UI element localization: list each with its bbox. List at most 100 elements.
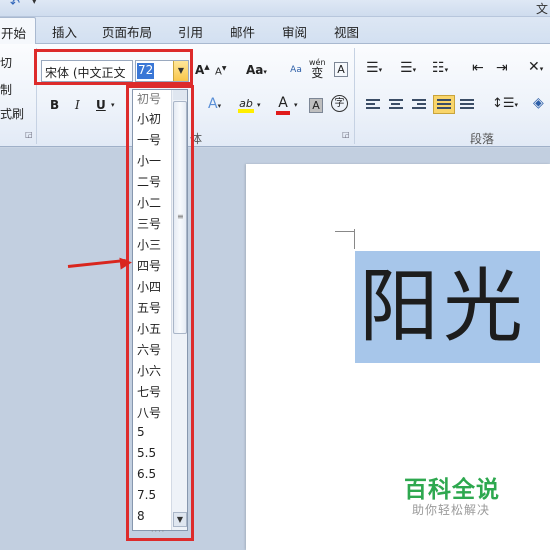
- size-option[interactable]: 五号: [137, 299, 161, 316]
- size-option[interactable]: 二号: [137, 173, 161, 190]
- resize-grip-icon[interactable]: ····: [151, 527, 165, 536]
- text-effects-label: A: [208, 96, 218, 112]
- phonetic-guide-button[interactable]: wén 变: [309, 58, 326, 80]
- font-size-dropdown-arrow-icon[interactable]: ▼: [173, 61, 188, 81]
- font-size-dropdown-list[interactable]: 初号 小初 一号 小一 二号 小二 三号 小三 四号 小四 五号 小五 六号 小…: [132, 89, 188, 531]
- phonetic-char: 变: [311, 66, 324, 80]
- format-painter-button[interactable]: 格式刷: [0, 105, 24, 122]
- font-name-value: 宋体 (中文正文: [45, 66, 126, 80]
- align-left-icon[interactable]: [366, 99, 380, 111]
- highlight-label: ab: [239, 97, 253, 110]
- font-size-value: 72: [137, 63, 154, 79]
- title-bar: ↶ ▾ 文: [0, 0, 550, 17]
- italic-button[interactable]: I: [75, 98, 80, 112]
- format-painter-label: 格式刷: [0, 107, 25, 121]
- group-separator: [36, 48, 37, 144]
- size-option[interactable]: 小三: [137, 236, 161, 253]
- character-border-label: A: [337, 63, 345, 76]
- multilevel-list-button[interactable]: ☷▾: [432, 60, 448, 76]
- justify-icon: [437, 99, 451, 111]
- font-group-label: 体: [190, 132, 203, 146]
- cut-label: 剪切: [0, 56, 13, 70]
- copy-label: 复制: [0, 83, 13, 97]
- size-option-si-hao[interactable]: 四号: [137, 257, 161, 274]
- size-option[interactable]: 6.5: [137, 467, 156, 481]
- quick-access-dropdown-icon[interactable]: ▾: [32, 0, 37, 7]
- tab-review[interactable]: 审阅: [282, 22, 307, 41]
- selected-text[interactable]: 阳光: [355, 251, 540, 363]
- scroll-down-button[interactable]: ▼: [173, 512, 187, 527]
- tab-page-layout[interactable]: 页面布局: [102, 22, 152, 41]
- bullets-button[interactable]: ☰▾: [366, 60, 382, 76]
- highlight-dropdown-icon[interactable]: ▾: [257, 101, 261, 109]
- ribbon-tabs: 开始 插入 页面布局 引用 邮件 审阅 视图: [0, 17, 550, 44]
- numbering-button[interactable]: ☰▾: [400, 60, 416, 76]
- bold-button[interactable]: B: [50, 98, 59, 112]
- enclose-characters-button[interactable]: 字: [331, 95, 348, 112]
- clipboard-launcher-icon[interactable]: ◲: [25, 130, 33, 139]
- shading-button[interactable]: ◈: [533, 95, 544, 111]
- tab-references[interactable]: 引用: [178, 22, 203, 41]
- size-option[interactable]: 小初: [137, 110, 161, 127]
- size-option[interactable]: 5.5: [137, 446, 156, 460]
- size-option[interactable]: 初号: [137, 90, 161, 107]
- increase-indent-button[interactable]: ⇥: [496, 60, 508, 76]
- line-spacing-button[interactable]: ↕☰▾: [492, 96, 518, 111]
- tab-mailings[interactable]: 邮件: [230, 22, 255, 41]
- copy-button[interactable]: 复制: [0, 81, 12, 98]
- align-center-icon[interactable]: [389, 99, 403, 111]
- tab-home[interactable]: 开始: [0, 17, 36, 44]
- font-launcher-icon[interactable]: ◲: [342, 130, 350, 139]
- grip-icon: ≡: [177, 212, 184, 221]
- size-option[interactable]: 三号: [137, 215, 161, 232]
- grow-font-button[interactable]: A▲: [195, 63, 210, 77]
- bold-label: B: [50, 98, 60, 112]
- italic-label: I: [75, 98, 80, 112]
- undo-icon[interactable]: ↶: [10, 0, 20, 10]
- character-shading-label: A: [312, 99, 320, 112]
- scrollbar-thumb[interactable]: ≡: [173, 101, 187, 334]
- change-case-button[interactable]: Aa▾: [246, 63, 267, 77]
- dropdown-scrollbar[interactable]: ≡ ▼: [171, 90, 187, 530]
- character-shading-button[interactable]: A: [309, 98, 323, 113]
- size-option[interactable]: 七号: [137, 383, 161, 400]
- font-size-combobox[interactable]: 72 ▼: [135, 60, 189, 82]
- size-option[interactable]: 小六: [137, 362, 161, 379]
- underline-button[interactable]: U: [96, 98, 106, 112]
- size-option[interactable]: 5: [137, 425, 145, 439]
- font-name-combobox[interactable]: 宋体 (中文正文: [41, 60, 133, 82]
- size-option[interactable]: 小四: [137, 278, 161, 295]
- clear-formatting-button[interactable]: Aa: [287, 61, 305, 79]
- window-title: 文: [535, 2, 548, 16]
- size-option[interactable]: 小一: [137, 152, 161, 169]
- size-option[interactable]: 小二: [137, 194, 161, 211]
- enclose-characters-label: 字: [334, 98, 345, 109]
- size-option[interactable]: 一号: [137, 131, 161, 148]
- margin-corner-mark: [335, 231, 355, 232]
- justify-button[interactable]: [433, 95, 455, 114]
- clear-formatting-icon: Aa: [290, 65, 302, 75]
- chinese-layout-button[interactable]: ✕▾: [528, 59, 543, 75]
- size-option[interactable]: 六号: [137, 341, 161, 358]
- size-option[interactable]: 7.5: [137, 488, 156, 502]
- character-border-button[interactable]: A: [334, 62, 348, 77]
- underline-dropdown-icon[interactable]: ▾: [111, 101, 115, 109]
- size-option[interactable]: 小五: [137, 320, 161, 337]
- cut-button[interactable]: 剪切: [0, 54, 12, 71]
- tab-insert[interactable]: 插入: [52, 22, 77, 41]
- scroll-up-button[interactable]: [173, 90, 187, 100]
- font-color-button[interactable]: A: [276, 95, 290, 115]
- shrink-font-button[interactable]: A▼: [215, 65, 226, 77]
- paragraph-group-label: 段落: [470, 132, 495, 146]
- tab-view[interactable]: 视图: [334, 22, 359, 41]
- align-right-icon[interactable]: [412, 99, 426, 111]
- decrease-indent-button[interactable]: ⇤: [472, 60, 484, 76]
- margin-corner-mark: [354, 229, 355, 249]
- distributed-icon[interactable]: [460, 99, 474, 111]
- font-color-bar: [276, 111, 290, 115]
- text-effects-button[interactable]: A▾: [208, 96, 221, 112]
- size-option[interactable]: 8: [137, 509, 145, 523]
- size-option[interactable]: 八号: [137, 404, 161, 421]
- highlight-button[interactable]: ab: [238, 96, 254, 113]
- font-color-dropdown-icon[interactable]: ▾: [294, 101, 298, 109]
